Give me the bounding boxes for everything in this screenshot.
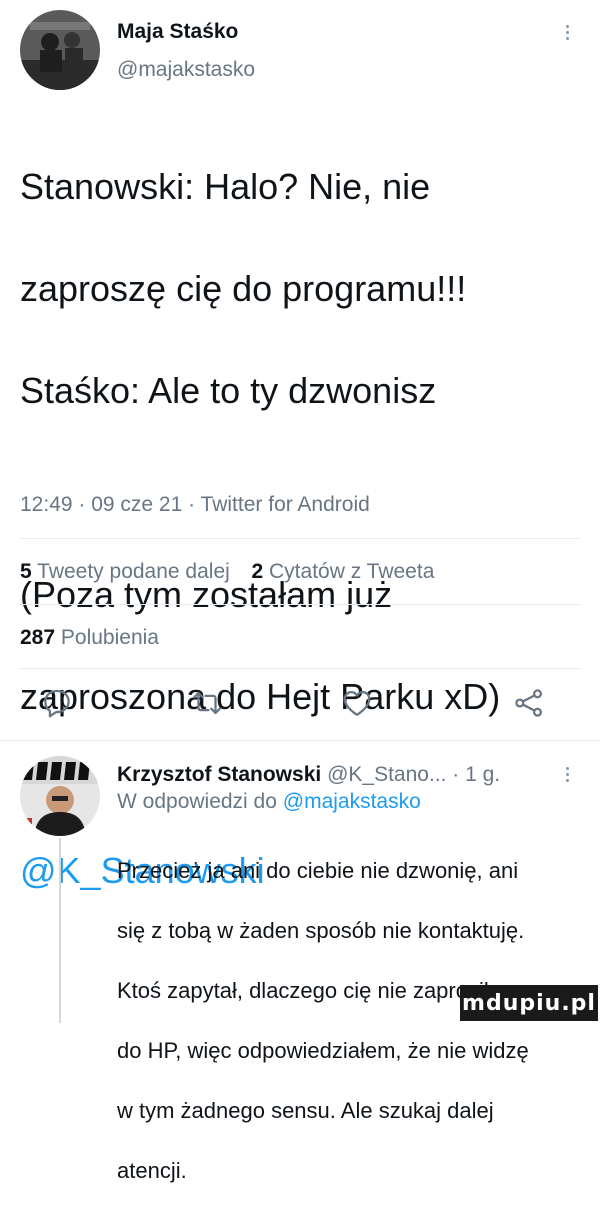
divider (20, 668, 580, 669)
author-name[interactable]: Maja Staśko (117, 20, 238, 44)
tweet-line: Staśko: Ale to ty dzwonisz (20, 370, 437, 411)
quotes-count: 2 (251, 560, 264, 583)
replying-to-handle[interactable]: @majakstasko (283, 790, 421, 813)
like-icon[interactable] (340, 686, 374, 720)
reply-line: się z tobą w żaden sposób nie kontaktuję… (117, 918, 525, 943)
more-options-icon[interactable] (564, 22, 570, 43)
reply-author-handle[interactable]: @K_Stano... · 1 g. (327, 763, 500, 786)
tweet-timestamp[interactable]: 12:49 · 09 cze 21 · Twitter for Android (20, 493, 370, 517)
author-avatar[interactable] (20, 10, 100, 90)
tweet-line: Stanowski: Halo? Nie, nie (20, 166, 431, 207)
reply-line: atencji. (117, 1158, 187, 1183)
author-handle[interactable]: @majakstasko (117, 58, 255, 82)
reply-header: Krzysztof Stanowski @K_Stano... · 1 g. (117, 763, 500, 787)
reply-author-avatar[interactable] (20, 756, 100, 836)
likes-label: Polubienia (60, 626, 159, 649)
retweet-stats[interactable]: 5 Tweety podane dalej 2 Cytatów z Tweeta (20, 560, 434, 584)
replying-to: W odpowiedzi do @majakstasko (117, 790, 421, 814)
avatar-image (20, 756, 100, 836)
quotes-label: Cytatów z Tweeta (269, 560, 435, 583)
avatar-image (20, 10, 100, 90)
reply-line: do HP, więc odpowiedziałem, że nie widzę (117, 1038, 529, 1063)
divider (20, 604, 580, 605)
watermark-logo: mdupiu.pl (460, 985, 598, 1021)
reply-more-options-icon[interactable] (564, 764, 570, 785)
reply-line: Przecież ja ani do ciebie nie dzwonię, a… (117, 858, 519, 883)
tweet-line: zaproszę cię do programu!!! (20, 268, 467, 309)
share-icon[interactable] (512, 686, 546, 720)
replying-to-prefix: W odpowiedzi do (117, 790, 283, 813)
retweets-label: Tweety podane dalej (37, 560, 230, 583)
tweet-line: zaproszona do Hejt Parku xD) (20, 676, 501, 717)
likes-count: 287 (20, 626, 56, 649)
reply-line: w tym żadnego sensu. Ale szukaj dalej (117, 1098, 494, 1123)
divider (20, 538, 580, 539)
tweet-text: Stanowski: Halo? Nie, nie zaproszę cię d… (20, 110, 590, 947)
thread-line (59, 838, 61, 1023)
comment-icon[interactable] (40, 686, 74, 720)
reply-author-name[interactable]: Krzysztof Stanowski (117, 763, 321, 786)
likes-stats[interactable]: 287 Polubienia (20, 626, 159, 650)
retweets-count: 5 (20, 560, 32, 583)
section-separator (0, 740, 600, 741)
retweet-icon[interactable] (190, 686, 224, 720)
reply-text: Przecież ja ani do ciebie nie dzwonię, a… (117, 826, 587, 1216)
